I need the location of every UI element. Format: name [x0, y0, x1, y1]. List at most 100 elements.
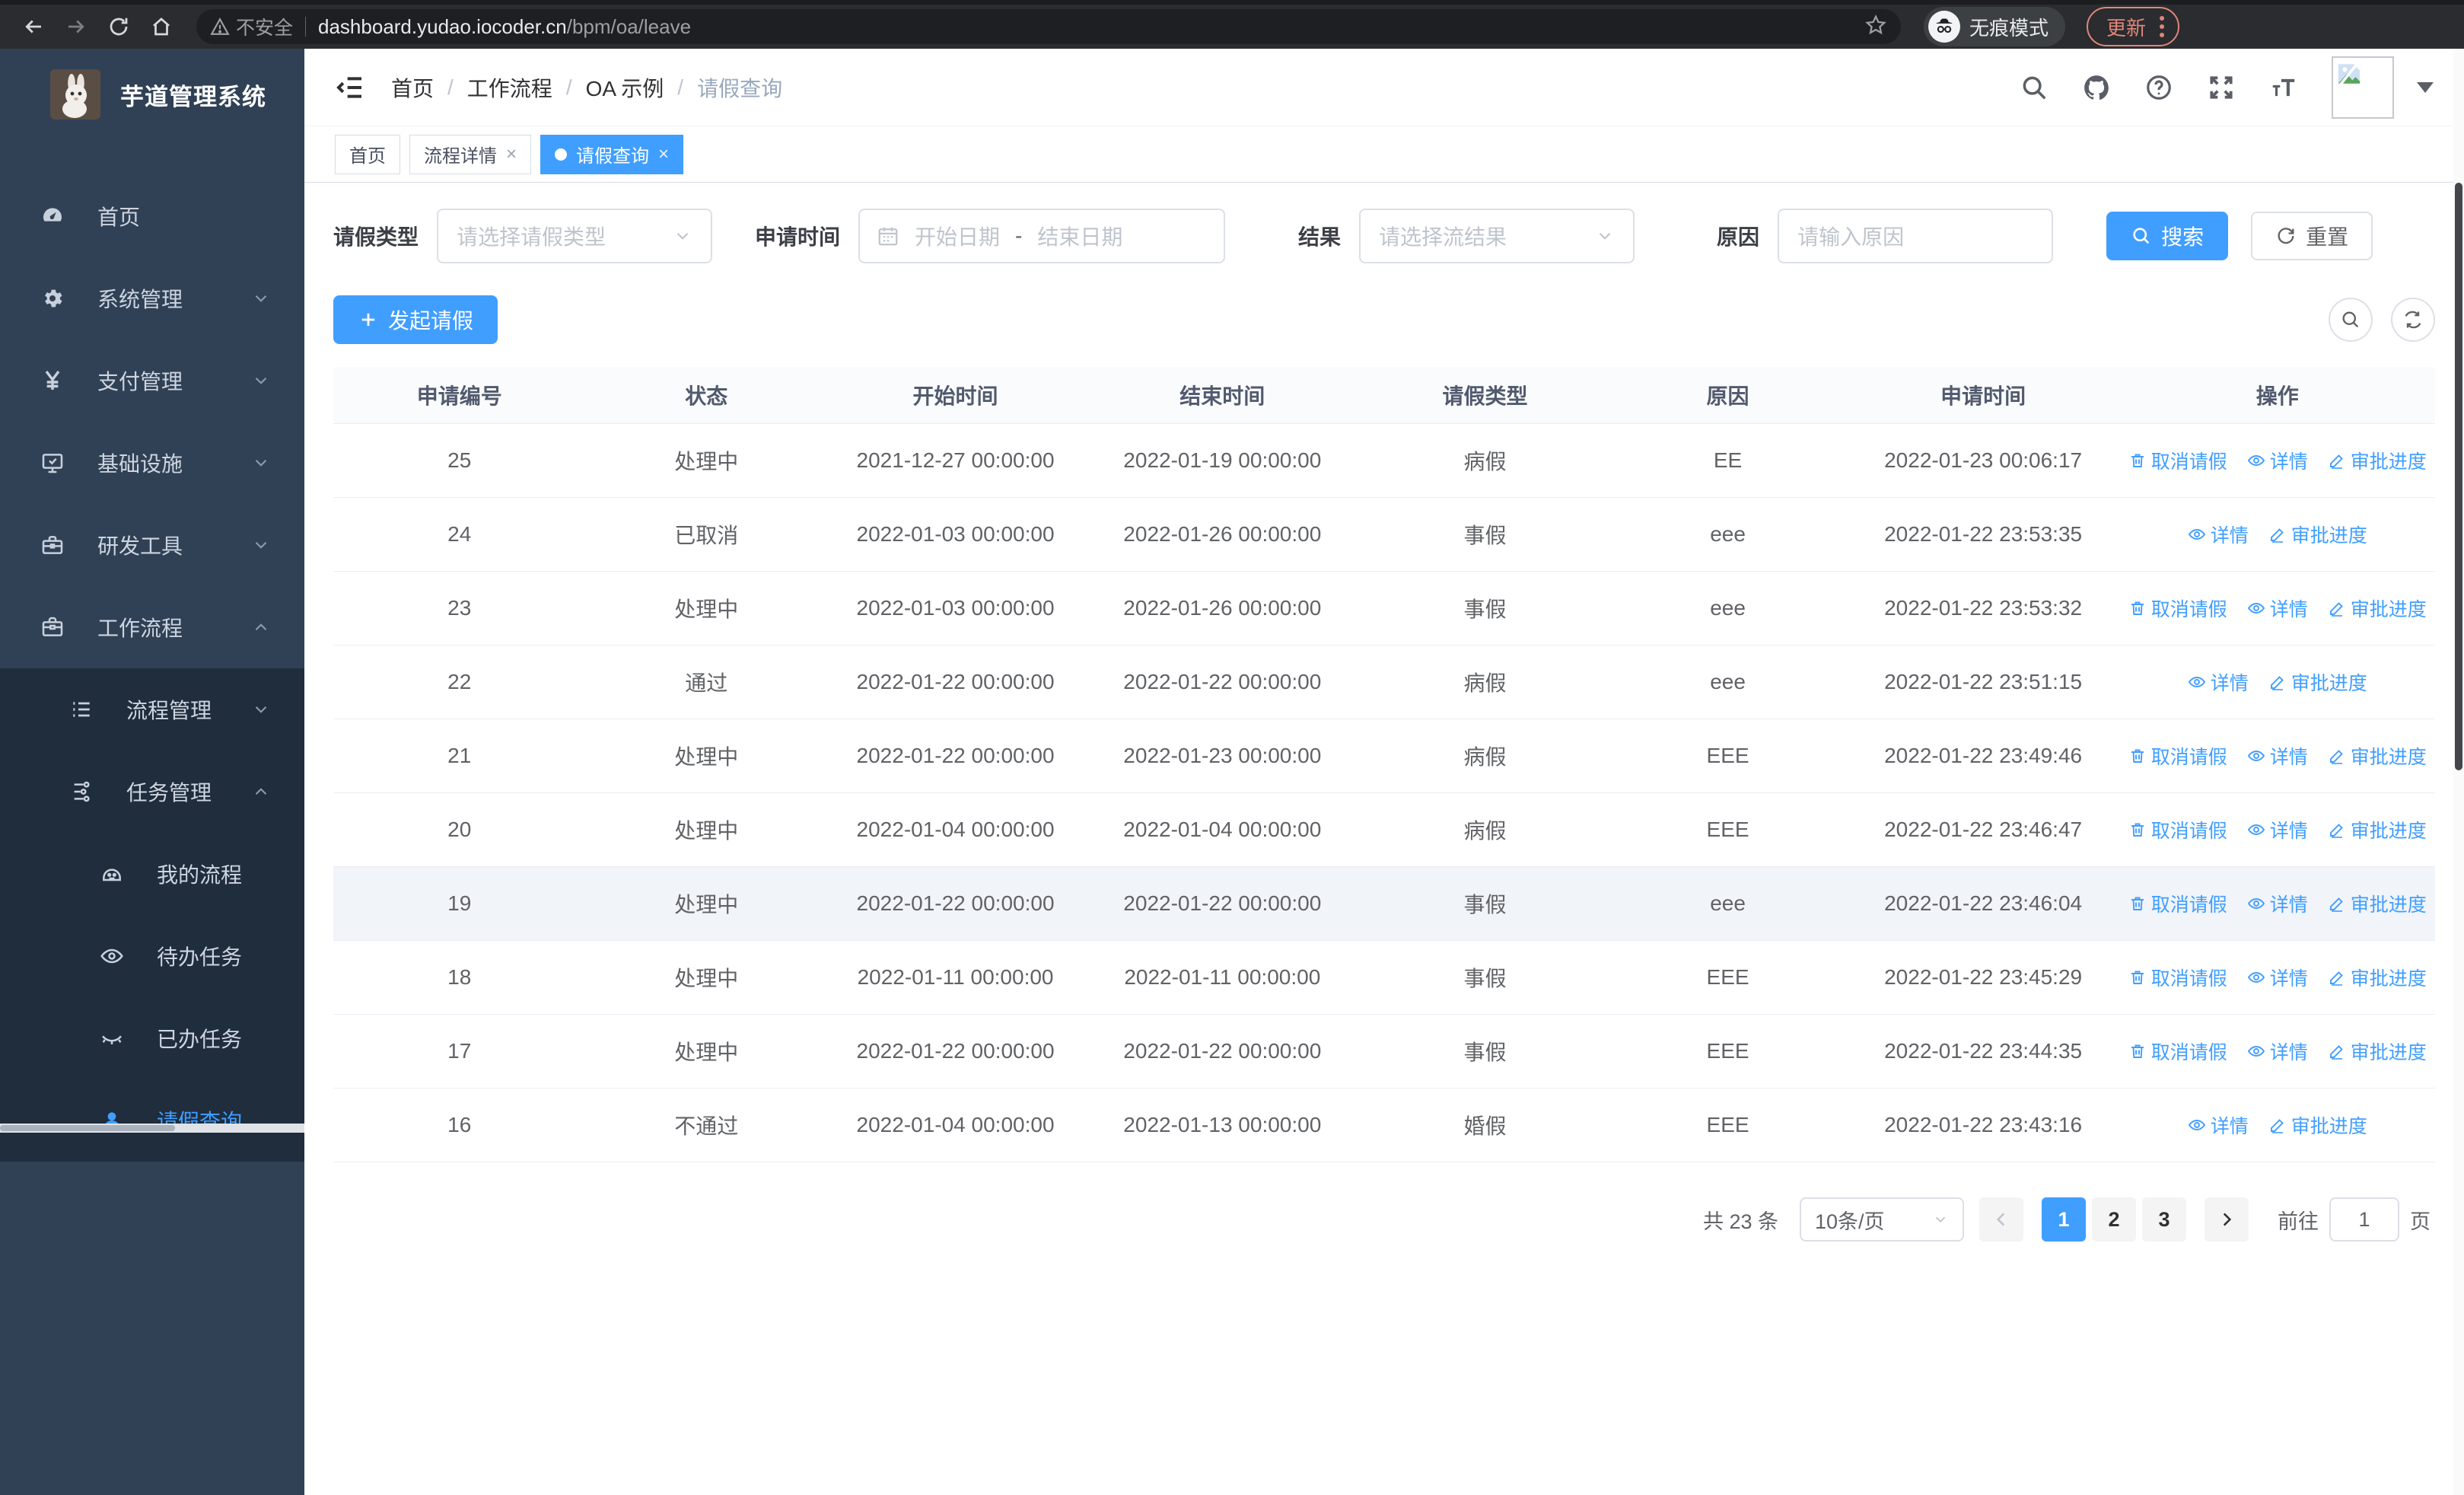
- detail-action-link[interactable]: 详情: [2247, 1038, 2308, 1065]
- sidebar-item-任务管理[interactable]: 任务管理: [0, 751, 304, 833]
- detail-action-link[interactable]: 详情: [2247, 816, 2308, 843]
- leave-type-select[interactable]: 请选择请假类型: [437, 209, 713, 263]
- breadcrumb-item[interactable]: 工作流程: [467, 72, 552, 103]
- actions-cell: 详情 审批进度: [2120, 645, 2435, 719]
- address-bar[interactable]: 不安全 dashboard.yudao.iocoder.cn/bpm/oa/le…: [196, 9, 1901, 44]
- tags-view-bar: 首页 流程详情 × 请假查询 ×: [304, 126, 2464, 183]
- sidebar-item-首页[interactable]: 首页: [0, 175, 304, 257]
- security-warning[interactable]: 不安全: [210, 13, 293, 40]
- browser-home-button[interactable]: [143, 8, 180, 45]
- trash-icon: [2128, 1042, 2147, 1060]
- progress-action-link[interactable]: 审批进度: [2328, 816, 2427, 843]
- cancel-action-link[interactable]: 取消请假: [2128, 742, 2227, 770]
- sidebar-item-待办任务[interactable]: 待办任务: [0, 915, 304, 997]
- detail-action-link[interactable]: 详情: [2188, 668, 2249, 696]
- page-button-2[interactable]: 2: [2092, 1197, 2136, 1242]
- progress-action-link[interactable]: 审批进度: [2328, 742, 2427, 770]
- browser-reload-button[interactable]: [100, 8, 137, 45]
- progress-action-link[interactable]: 审批进度: [2268, 521, 2367, 548]
- cancel-action-link[interactable]: 取消请假: [2128, 594, 2227, 622]
- create-leave-button[interactable]: 发起请假: [333, 295, 498, 344]
- refresh-table-button[interactable]: [2391, 298, 2435, 342]
- browser-back-button[interactable]: [15, 8, 52, 45]
- column-header-操作: 操作: [2255, 384, 2299, 408]
- sidebar-item-我的流程[interactable]: 我的流程: [0, 833, 304, 915]
- progress-action-link[interactable]: 审批进度: [2268, 668, 2367, 696]
- tab-首页[interactable]: 首页: [335, 134, 400, 174]
- sidebar-item-工作流程[interactable]: 工作流程: [0, 586, 304, 668]
- font-size-icon[interactable]: [2269, 73, 2298, 102]
- sidebar-fold-button[interactable]: [335, 72, 365, 103]
- cancel-action-link[interactable]: 取消请假: [2128, 447, 2227, 474]
- table-row: 19 处理中 2022-01-22 00:00:00 2022-01-22 00:00…: [333, 867, 2435, 941]
- search-icon[interactable]: [2020, 73, 2049, 102]
- cell: 2022-01-23 00:06:17: [1884, 448, 2083, 472]
- progress-action-link[interactable]: 审批进度: [2328, 447, 2427, 474]
- sidebar-scrollbar[interactable]: [0, 1124, 304, 1133]
- security-label: 不安全: [236, 18, 294, 39]
- close-icon[interactable]: ×: [658, 145, 669, 164]
- browser-forward-button[interactable]: [58, 8, 94, 45]
- page-button-1[interactable]: 1: [2042, 1197, 2086, 1242]
- cell: 处理中: [674, 893, 739, 916]
- progress-action-link[interactable]: 审批进度: [2328, 890, 2427, 917]
- sidebar-item-支付管理[interactable]: 支付管理: [0, 339, 304, 422]
- progress-action-link[interactable]: 审批进度: [2328, 594, 2427, 622]
- chevron-down-icon: [251, 535, 271, 555]
- sidebar-item-已办任务[interactable]: 已办任务: [0, 997, 304, 1079]
- cell: 17: [447, 1039, 472, 1063]
- sidebar-item-流程管理[interactable]: 流程管理: [0, 668, 304, 751]
- progress-action-link[interactable]: 审批进度: [2328, 1038, 2427, 1065]
- browser-update-button[interactable]: 更新: [2087, 7, 2180, 46]
- sidebar-scrollbar-thumb[interactable]: [0, 1125, 175, 1131]
- cancel-action-link[interactable]: 取消请假: [2128, 1038, 2227, 1065]
- cancel-action-link[interactable]: 取消请假: [2128, 890, 2227, 917]
- result-select[interactable]: 请选择流结果: [1359, 209, 1635, 263]
- detail-action-link[interactable]: 详情: [2247, 594, 2308, 622]
- page-scrollbar-thumb[interactable]: [2455, 183, 2462, 770]
- cell: EEE: [1706, 1113, 1749, 1136]
- tab-流程详情[interactable]: 流程详情 ×: [409, 134, 532, 174]
- incognito-badge[interactable]: 无痕模式: [1924, 7, 2066, 46]
- progress-action-link[interactable]: 审批进度: [2328, 964, 2427, 991]
- next-page-button[interactable]: [2205, 1197, 2249, 1242]
- progress-action-link[interactable]: 审批进度: [2268, 1111, 2367, 1139]
- view-eye-icon: [2188, 1116, 2206, 1134]
- breadcrumb-item[interactable]: 首页: [391, 72, 434, 103]
- bookmark-star-icon[interactable]: [1864, 14, 1887, 40]
- show-search-button[interactable]: [2329, 298, 2373, 342]
- page-scrollbar[interactable]: [2453, 49, 2464, 1495]
- close-icon[interactable]: ×: [506, 145, 517, 164]
- browser-menu-icon[interactable]: [2160, 16, 2165, 37]
- tab-请假查询[interactable]: 请假查询 ×: [540, 134, 684, 174]
- user-avatar[interactable]: [2332, 56, 2394, 119]
- detail-action-link[interactable]: 详情: [2188, 1111, 2249, 1139]
- breadcrumb-item[interactable]: OA 示例: [586, 72, 664, 103]
- detail-action-link[interactable]: 详情: [2247, 964, 2308, 991]
- github-icon[interactable]: [2082, 73, 2111, 102]
- detail-action-link[interactable]: 详情: [2188, 521, 2249, 548]
- page-size-select[interactable]: 10条/页: [1800, 1197, 1964, 1242]
- trash-icon: [2128, 747, 2147, 765]
- detail-action-link[interactable]: 详情: [2247, 890, 2308, 917]
- apply-time-range-picker[interactable]: 开始日期 - 结束日期: [858, 209, 1226, 263]
- sidebar-item-系统管理[interactable]: 系统管理: [0, 257, 304, 339]
- reset-button[interactable]: 重置: [2251, 212, 2373, 260]
- prev-page-button[interactable]: [1979, 1197, 2023, 1242]
- cell: 处理中: [674, 598, 739, 621]
- cancel-action-link[interactable]: 取消请假: [2128, 816, 2227, 843]
- sidebar-item-研发工具[interactable]: 研发工具: [0, 504, 304, 586]
- sidebar-item-基础设施[interactable]: 基础设施: [0, 422, 304, 504]
- goto-page-input[interactable]: 1: [2329, 1197, 2399, 1242]
- cancel-action-link[interactable]: 取消请假: [2128, 964, 2227, 991]
- cell: 2022-01-22 23:46:04: [1884, 891, 2083, 915]
- sidebar-item-请假查询[interactable]: 请假查询: [0, 1079, 304, 1162]
- search-button[interactable]: 搜索: [2106, 212, 2229, 260]
- detail-action-link[interactable]: 详情: [2247, 742, 2308, 770]
- avatar-caret-icon[interactable]: [2417, 81, 2434, 93]
- page-button-3[interactable]: 3: [2142, 1197, 2186, 1242]
- detail-action-link[interactable]: 详情: [2247, 447, 2308, 474]
- help-icon[interactable]: [2144, 73, 2173, 102]
- fullscreen-icon[interactable]: [2207, 73, 2236, 102]
- reason-input[interactable]: 请输入原因: [1778, 209, 2054, 263]
